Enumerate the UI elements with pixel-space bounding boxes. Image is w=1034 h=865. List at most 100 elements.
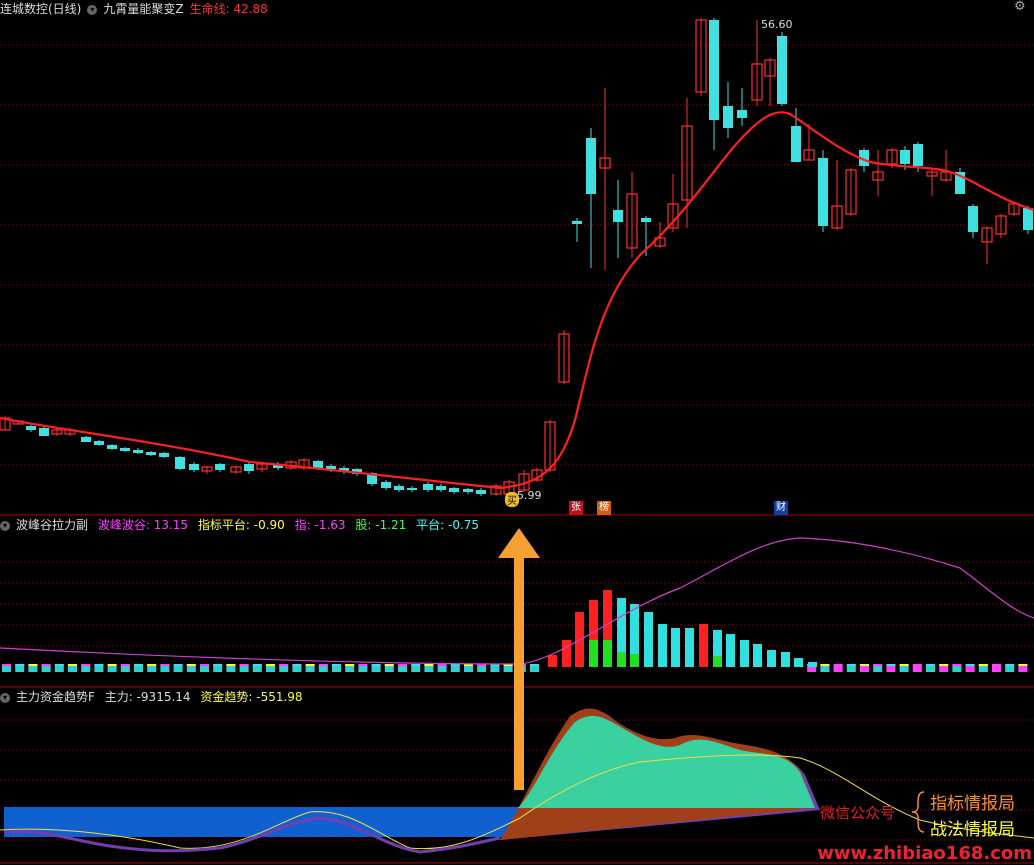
footer-url: www.zhibiao168.com <box>817 843 1032 864</box>
candle-body <box>159 453 169 457</box>
momentum-bar <box>781 652 790 667</box>
candle-body <box>641 218 651 222</box>
candle-body <box>215 464 225 470</box>
platform-bar-top <box>965 664 975 666</box>
platform-bar-top <box>41 664 51 666</box>
platform-bar-top <box>1005 664 1015 666</box>
metric-stock: 股: -1.21 <box>355 518 407 532</box>
candle-body <box>818 158 828 226</box>
platform-bar-top <box>239 664 249 666</box>
platform-bar-top <box>345 664 355 666</box>
stock-name[interactable]: 连城数控(日线) <box>0 2 81 16</box>
platform-bar-top <box>173 664 183 666</box>
platform-bar-top <box>833 664 843 666</box>
gear-icon[interactable]: ⚙ <box>1014 0 1028 14</box>
badge-zhang[interactable]: 张 <box>569 501 583 515</box>
candle-body <box>586 138 596 194</box>
candle-body <box>133 450 143 453</box>
platform-bar-top <box>147 664 157 666</box>
platform-bar-top <box>81 664 91 666</box>
signal-arrow-head <box>498 528 540 558</box>
platform-bar-top <box>437 664 447 666</box>
platform-bar-top <box>912 664 922 666</box>
collapse-icon[interactable]: ▾ <box>87 4 98 15</box>
candle-body <box>423 484 433 490</box>
candle-body <box>913 144 923 166</box>
momentum-bar <box>658 624 667 667</box>
candle-body <box>968 206 978 232</box>
candle-body <box>81 437 91 442</box>
candle-body <box>244 464 254 471</box>
platform-bar-top <box>186 664 196 666</box>
buy-signal: 买 <box>505 492 519 507</box>
candle-body <box>120 448 130 451</box>
candle-body <box>777 36 787 104</box>
candle-body <box>737 110 747 118</box>
platform-bar-top <box>820 664 830 666</box>
platform-bar-top <box>358 664 368 666</box>
lifeline-value: 生命线: 42.88 <box>189 2 268 16</box>
platform-bar-top <box>411 664 421 666</box>
sub-panel-2-name[interactable]: 主力资金趋势F <box>16 690 95 704</box>
candle-body <box>613 210 623 222</box>
badge-cai[interactable]: 财 <box>774 501 788 515</box>
platform-bar-top <box>899 664 909 666</box>
info-line-1: 指标情报局 <box>930 794 1015 814</box>
platform-bar-top <box>266 664 275 666</box>
chart-canvas <box>0 18 1034 864</box>
momentum-bar-green <box>617 652 626 667</box>
sub-panel-2-header: ▾ 主力资金趋势F 主力: -9315.14 资金趋势: -551.98 <box>0 688 309 706</box>
indicator-name[interactable]: 九霄量能聚变Z <box>103 2 183 16</box>
platform-bar-top <box>292 664 302 666</box>
sub-panel-1-name[interactable]: 波峰谷拉力副 <box>16 518 88 532</box>
momentum-bar <box>685 628 694 667</box>
platform-bar-top <box>160 664 170 666</box>
metric-peak-valley: 波峰波谷: 13.15 <box>97 518 189 532</box>
platform-bar-top <box>530 664 539 666</box>
platform-bar-top <box>200 664 209 666</box>
platform-bar-top <box>279 664 289 666</box>
platform-bar-top <box>424 664 434 666</box>
platform-bar-top <box>134 664 143 666</box>
momentum-bar <box>740 640 749 667</box>
brace-icon <box>911 791 925 833</box>
chart-stage: 连城数控(日线) ▾ 九霄量能聚变Z 生命线: 42.88 ⚙ 56.60 5.99 … <box>0 0 1034 865</box>
candle-body <box>1023 208 1033 230</box>
platform-bar-top <box>873 664 883 666</box>
candle-body <box>175 457 185 469</box>
sub-panel-1-header: ▾ 波峰谷拉力副 波峰波谷: 13.15 指标平台: -0.90 指: -1.63… <box>0 516 485 534</box>
platform-bar-top <box>28 664 38 666</box>
info-line-2: 战法情报局 <box>930 820 1015 840</box>
high-price-label: 56.60 <box>761 18 793 31</box>
badge-bang[interactable]: 榜 <box>597 501 611 515</box>
platform-bar-top <box>2 664 11 666</box>
momentum-bar <box>726 634 735 667</box>
metric-fund-trend: 资金趋势: -551.98 <box>200 690 303 704</box>
candle-body <box>463 489 473 492</box>
momentum-bar-green <box>603 640 612 667</box>
platform-bar-top <box>398 664 407 666</box>
collapse-icon[interactable]: ▾ <box>0 520 10 531</box>
metric-platform: 平台: -0.75 <box>416 518 480 532</box>
candle-body <box>436 486 446 490</box>
wechat-label: 微信公众号 <box>820 804 896 822</box>
low-price-label: 5.99 <box>517 489 542 502</box>
momentum-bar <box>767 650 776 667</box>
candle-body <box>39 428 49 436</box>
candle-body <box>709 20 719 120</box>
momentum-bar <box>808 662 817 667</box>
metric-index: 指: -1.63 <box>294 518 346 532</box>
candle-body <box>394 486 404 490</box>
collapse-icon[interactable]: ▾ <box>0 692 10 703</box>
platform-bar-top <box>860 664 869 666</box>
platform-bar-top <box>846 664 856 666</box>
main-panel-header: 连城数控(日线) ▾ 九霄量能聚变Z 生命线: 42.88 <box>0 0 274 18</box>
momentum-bar-green <box>589 640 598 667</box>
platform-bar-top <box>384 664 394 666</box>
metric-main-force: 主力: -9315.14 <box>104 690 191 704</box>
candle-body <box>26 426 36 430</box>
momentum-bar <box>644 612 653 667</box>
candle-body <box>407 488 417 490</box>
candle-body <box>572 221 582 224</box>
candle-body <box>476 490 486 494</box>
